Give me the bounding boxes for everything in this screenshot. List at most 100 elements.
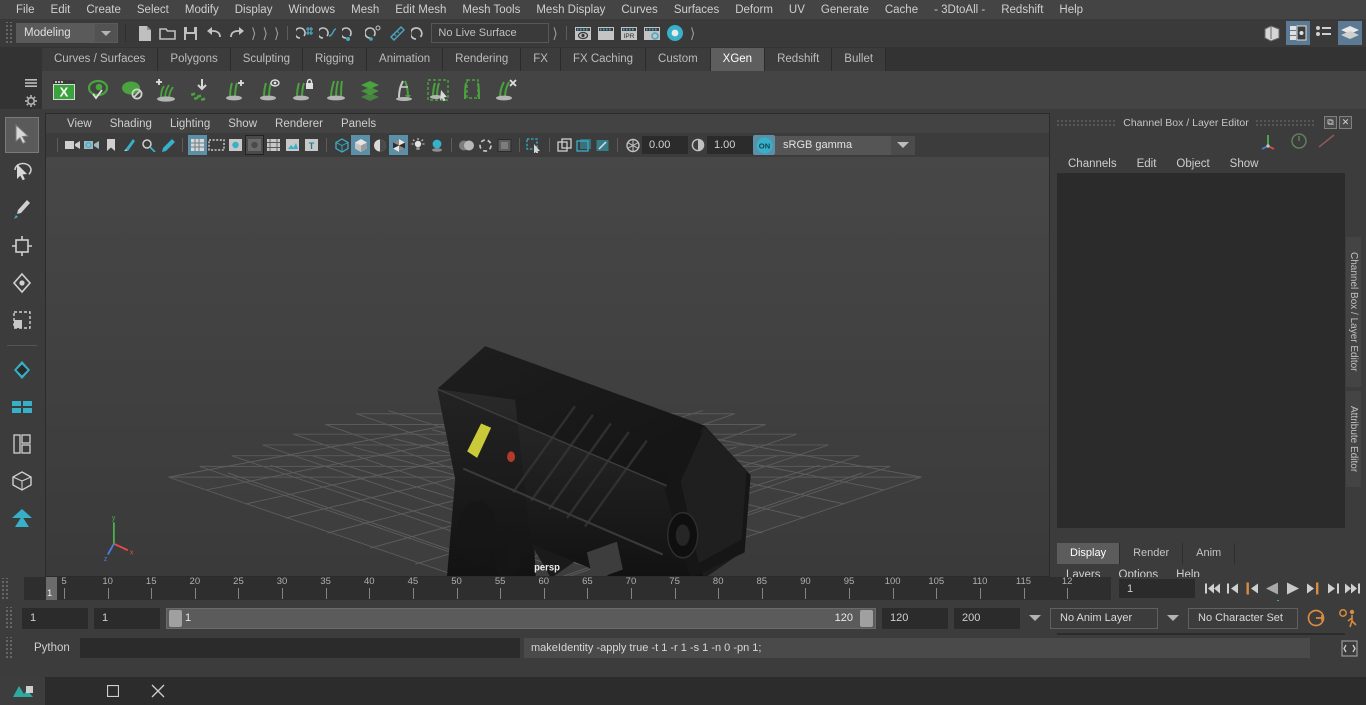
character-set-dropdown-icon[interactable]	[1164, 608, 1182, 629]
play-forwards-icon[interactable]	[1283, 579, 1302, 599]
shelf-tab-custom[interactable]: Custom	[646, 48, 711, 71]
select-tool[interactable]	[5, 117, 39, 153]
lock-guide-icon[interactable]	[286, 73, 318, 107]
shelf-tab-animation[interactable]: Animation	[367, 48, 444, 71]
render-options-icon[interactable]: ⟩	[687, 25, 698, 42]
shelf-tab-rigging[interactable]: Rigging	[303, 48, 368, 71]
snap-to-grid-icon[interactable]	[293, 22, 316, 45]
shelf-tab-redshift[interactable]: Redshift	[765, 48, 833, 71]
manipulator-icon[interactable]	[1260, 132, 1282, 155]
shelf-tab-curves-surfaces[interactable]: Curves / Surfaces	[42, 48, 159, 71]
script-editor-icon[interactable]	[1338, 637, 1360, 659]
preview-visible-icon[interactable]	[82, 73, 114, 107]
menu-curves[interactable]: Curves	[613, 1, 665, 19]
grid-toggle-icon[interactable]	[188, 135, 207, 155]
menu-select[interactable]: Select	[129, 1, 177, 19]
import-collection-icon[interactable]	[184, 73, 216, 107]
step-forward-frame-icon[interactable]	[1303, 579, 1322, 599]
close-icon[interactable]	[135, 677, 180, 705]
ipr-render-icon[interactable]: IPR	[618, 22, 641, 45]
smooth-shade-icon[interactable]	[351, 135, 370, 155]
channel-box-list[interactable]	[1057, 173, 1345, 528]
xray-active-components-icon[interactable]	[593, 135, 612, 155]
menu-mesh[interactable]: Mesh	[343, 1, 387, 19]
shelf-tab-sculpting[interactable]: Sculpting	[230, 48, 304, 71]
minimize-icon[interactable]	[45, 677, 90, 705]
viewport-menu-renderer[interactable]: Renderer	[266, 116, 332, 132]
character-set-field[interactable]: No Character Set	[1188, 607, 1298, 629]
channel-menu-show[interactable]: Show	[1220, 157, 1269, 171]
anim-layer-field[interactable]: No Anim Layer	[1050, 607, 1158, 629]
xgen-editor-icon[interactable]: X	[48, 73, 80, 107]
app-icon[interactable]	[0, 677, 45, 705]
snap-to-point-icon[interactable]	[339, 22, 362, 45]
layer-tab-anim[interactable]: Anim	[1183, 543, 1236, 564]
select-guides-icon[interactable]	[422, 73, 454, 107]
shelf-tab-bullet[interactable]: Bullet	[832, 48, 887, 71]
anim-layer-dropdown-icon[interactable]	[1026, 608, 1044, 629]
menu-edit[interactable]: Edit	[43, 1, 79, 19]
safe-action-icon[interactable]	[283, 135, 302, 155]
multisample-icon[interactable]	[495, 135, 514, 155]
shadows-icon[interactable]	[427, 135, 446, 155]
show-hide-editors-icon[interactable]	[1260, 21, 1284, 45]
shelf-tab-fx[interactable]: FX	[521, 48, 561, 71]
select-camera-icon[interactable]	[63, 135, 82, 155]
open-scene-icon[interactable]	[156, 22, 179, 45]
xgen-tool-icon[interactable]	[5, 500, 39, 536]
step-back-frame-icon[interactable]	[1243, 579, 1262, 599]
xray-joints-icon[interactable]	[574, 135, 593, 155]
gamma-icon[interactable]	[688, 135, 707, 155]
make-live-icon[interactable]	[408, 22, 431, 45]
move-tool[interactable]	[5, 228, 39, 264]
playback-end-time-field[interactable]: 120	[882, 607, 948, 629]
new-scene-icon[interactable]	[133, 22, 156, 45]
textured-icon[interactable]	[389, 135, 408, 155]
channel-menu-object[interactable]: Object	[1166, 157, 1219, 171]
viewport-menu-panels[interactable]: Panels	[332, 116, 385, 132]
go-to-end-icon[interactable]	[1343, 579, 1362, 599]
preview-hidden-icon[interactable]	[116, 73, 148, 107]
menu-deform[interactable]: Deform	[727, 1, 781, 19]
viewport-menu-view[interactable]: View	[58, 116, 101, 132]
menu-cache[interactable]: Cache	[877, 1, 926, 19]
shaded-wireframe-icon[interactable]	[370, 135, 389, 155]
redo-icon[interactable]	[225, 22, 248, 45]
menu-create[interactable]: Create	[78, 1, 129, 19]
render-sequence-icon[interactable]	[595, 22, 618, 45]
isolate-select-icon[interactable]	[525, 135, 544, 155]
outliner-layout-icon[interactable]	[5, 463, 39, 499]
menu-display[interactable]: Display	[227, 1, 281, 19]
menu-mesh-tools[interactable]: Mesh Tools	[454, 1, 528, 19]
last-tool-icon[interactable]	[5, 426, 39, 462]
menu-generate[interactable]: Generate	[813, 1, 877, 19]
camera-attributes-icon[interactable]	[82, 135, 101, 155]
menu-3dtoall[interactable]: - 3DtoAll -	[926, 1, 993, 19]
command-input-field[interactable]	[80, 638, 520, 658]
channel-menu-channels[interactable]: Channels	[1058, 157, 1127, 171]
range-track[interactable]: 1 120	[166, 607, 876, 629]
guide-pair-icon[interactable]	[320, 73, 352, 107]
shelf-tab-fx-caching[interactable]: FX Caching	[560, 48, 647, 71]
channel-box-toggle-icon[interactable]	[1338, 21, 1362, 45]
animation-start-time-field[interactable]: 1	[22, 607, 88, 629]
command-language-label[interactable]: Python	[20, 642, 76, 654]
maximize-icon[interactable]	[90, 677, 135, 705]
show-guide-icon[interactable]	[252, 73, 284, 107]
speed-icon[interactable]	[1290, 132, 1308, 155]
viewport-menu-shading[interactable]: Shading	[101, 116, 161, 132]
select-by-object-icon[interactable]: ⟩	[259, 25, 270, 42]
save-scene-icon[interactable]	[179, 22, 202, 45]
region-select-icon[interactable]	[456, 73, 488, 107]
viewport-menu-show[interactable]: Show	[219, 116, 266, 132]
animation-end-time-field[interactable]: 200	[954, 607, 1020, 629]
exposure-icon[interactable]	[623, 135, 642, 155]
shelf-tab-polygons[interactable]: Polygons	[158, 48, 231, 71]
render-settings-icon[interactable]	[641, 22, 664, 45]
density-layer-icon[interactable]	[354, 73, 386, 107]
undo-icon[interactable]	[202, 22, 225, 45]
current-time-indicator[interactable]: 1	[46, 577, 57, 600]
time-ruler[interactable]: 1 5 10 15 20 25 30 35 40 45 50 55 60 65 70 75 80 85 90 95 1…	[24, 577, 1111, 600]
chevron-down-icon[interactable]	[95, 24, 117, 42]
bookmark-icon[interactable]	[101, 135, 120, 155]
